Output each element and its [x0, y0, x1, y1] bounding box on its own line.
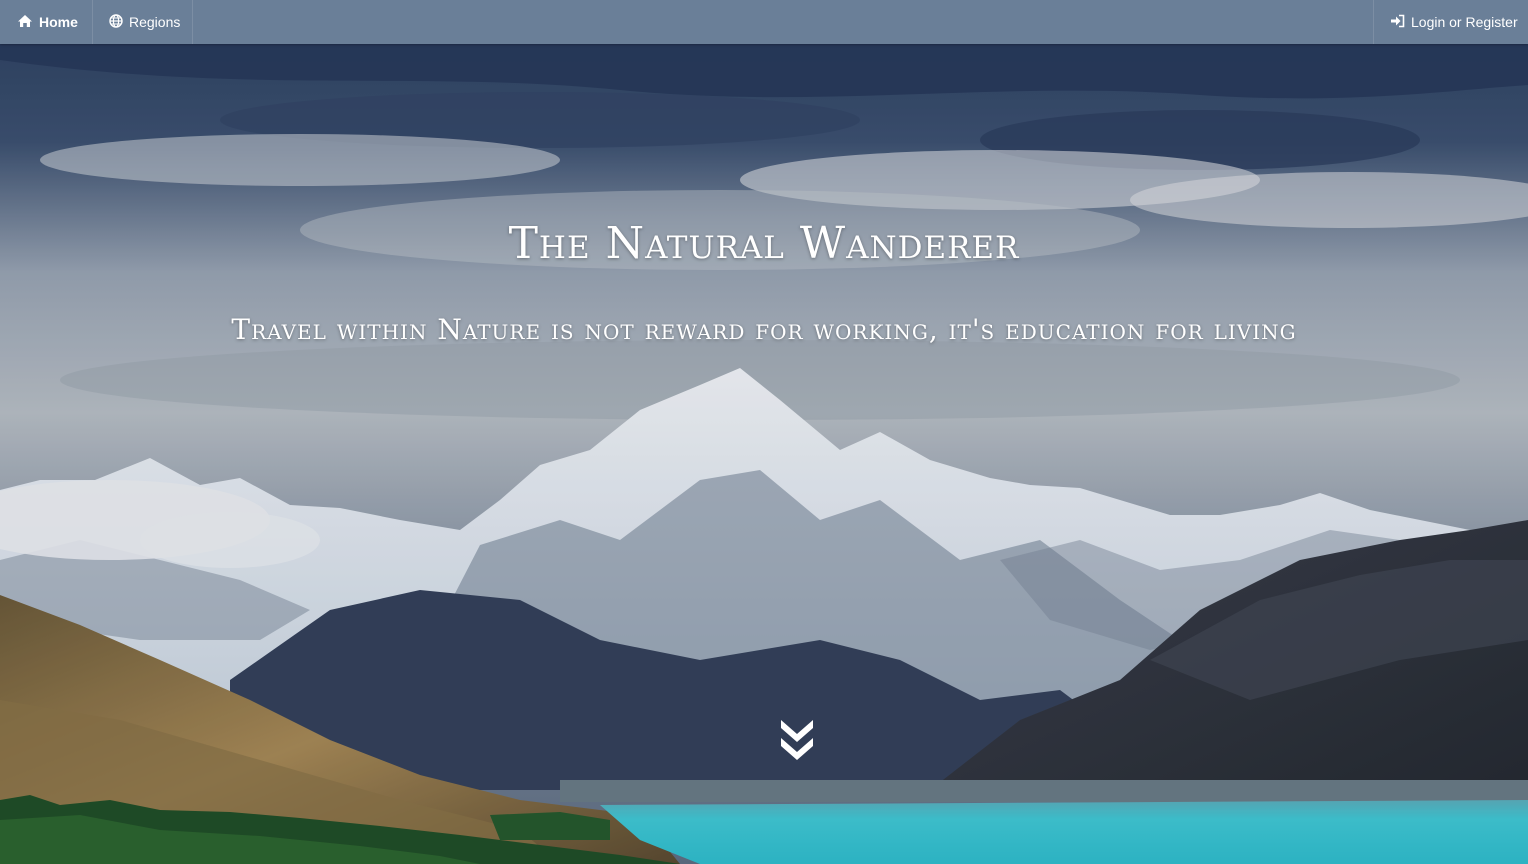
globe-icon: [109, 13, 129, 31]
hero-subtitle: Travel within Nature is not reward for w…: [231, 313, 1297, 346]
home-icon: [17, 14, 39, 31]
hero-overlay: [0, 44, 1528, 864]
nav-regions-link[interactable]: Regions: [93, 0, 193, 44]
chevron-double-down-icon[interactable]: [778, 716, 816, 762]
nav-regions-label: Regions: [129, 14, 181, 30]
hero-title: The Natural Wanderer: [508, 218, 1020, 269]
top-navbar: Home Regions Login or Register: [0, 0, 1528, 44]
nav-login-link[interactable]: Login or Register: [1373, 0, 1528, 44]
nav-home-label: Home: [39, 14, 78, 30]
nav-login-label: Login or Register: [1411, 14, 1518, 30]
hero-section: [0, 44, 1528, 864]
nav-home-link[interactable]: Home: [0, 0, 93, 44]
sign-in-icon: [1390, 14, 1411, 31]
